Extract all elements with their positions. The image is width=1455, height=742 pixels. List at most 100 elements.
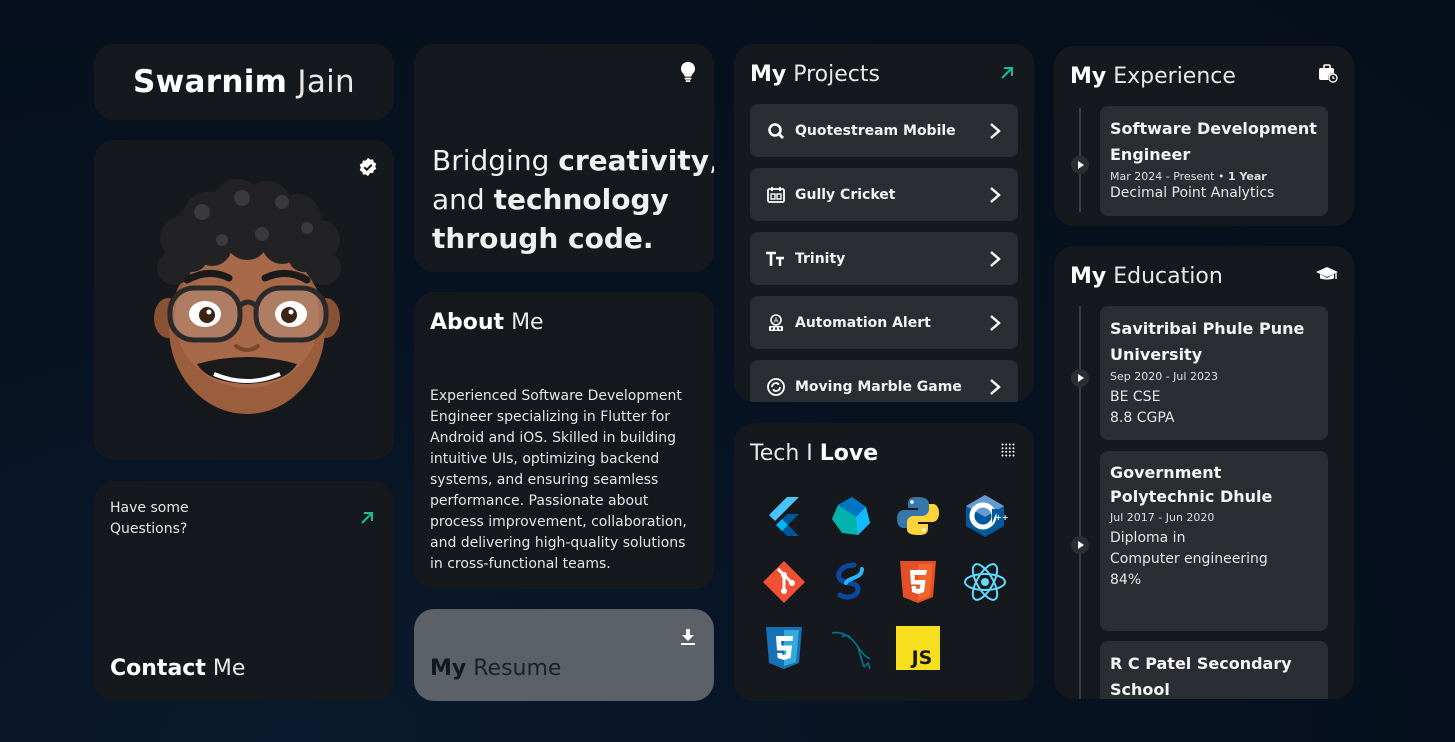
avatar (154, 179, 341, 414)
project-label: Trinity (795, 250, 846, 267)
experience-title-bold: My (1070, 64, 1107, 89)
education-field: Computer engineering (1110, 551, 1268, 567)
about-text: Experienced Software Development Enginee… (430, 388, 687, 572)
graduation-cap-icon (1316, 267, 1338, 280)
tech-title-separator: I (806, 441, 813, 466)
contact-title-light: Me (212, 656, 246, 681)
dart-logo-icon (832, 497, 870, 535)
swift-ui-logo-icon (836, 562, 864, 600)
education-score: 84% (1110, 572, 1142, 588)
project-label: Gully Cricket (795, 186, 896, 203)
tagline-text: Bridging creativity, and technology thro… (432, 141, 714, 258)
contact-question: Have some Questions? (110, 500, 189, 537)
python-logo-icon (897, 497, 939, 535)
name-card: Swarnim Jain (94, 44, 394, 120)
flutter-logo-icon (769, 497, 799, 536)
project-label: Quotestream Mobile (795, 122, 956, 139)
education-title: My Education (1070, 264, 1223, 289)
resume-title-light: Resume (473, 656, 562, 681)
chevron-right-icon (990, 314, 1001, 331)
timeline-dot (1071, 369, 1089, 387)
first-name: Swarnim (132, 64, 288, 100)
tagline-card: Bridging creativity, and technology thro… (414, 44, 714, 272)
projects-title-bold: My (750, 62, 787, 87)
contact-title: Contact Me (110, 656, 245, 681)
svg-text:++: ++ (995, 513, 1008, 522)
education-title-bold: My (1070, 264, 1107, 289)
svg-text:JS: JS (910, 647, 933, 669)
experience-card: My Experience Software Development Engin… (1054, 46, 1354, 226)
about-title-light: Me (511, 310, 544, 335)
education-school: Savitribai Phule Pune University (1110, 319, 1305, 364)
tagline-bold: through code. (432, 222, 654, 255)
experience-org: Decimal Point Analytics (1110, 185, 1275, 201)
resume-title: My Resume (430, 656, 561, 681)
experience-title: My Experience (1070, 64, 1236, 89)
react-logo-icon (964, 563, 1006, 601)
contact-title-bold: Contact (110, 656, 206, 681)
about-card: About Me Experienced Software Developmen… (414, 292, 714, 589)
project-item[interactable]: Gully Cricket (750, 168, 1018, 221)
scoreboard-icon (766, 185, 786, 205)
experience-duration: 1 Year (1227, 170, 1267, 183)
cpp-logo-icon: ++ (966, 495, 1008, 537)
education-score: 8.8 CGPA (1110, 410, 1175, 426)
verified-badge-icon (359, 157, 377, 177)
experience-entry: Software Development Engineer Mar 2024 -… (1100, 106, 1328, 216)
timeline-dot (1071, 156, 1089, 174)
project-item[interactable]: Trinity (750, 232, 1018, 285)
mysql-logo-icon (831, 631, 871, 670)
tagline-bold: creativity (558, 144, 710, 177)
contact-card[interactable]: Have some Questions? Contact Me (94, 481, 394, 701)
experience-dates: Mar 2024 - Present • 1 Year (1110, 170, 1267, 183)
marble-icon (766, 377, 786, 397)
chevron-right-icon (990, 250, 1001, 267)
git-logo-icon (763, 561, 805, 603)
resume-card[interactable]: My Resume (414, 609, 714, 701)
tech-card: Tech I Love ++ JS (734, 423, 1034, 701)
timeline-line (1079, 306, 1081, 699)
briefcase-clock-icon (1319, 64, 1338, 83)
resume-title-bold: My (430, 656, 467, 681)
text-tt-icon (766, 249, 786, 269)
chevron-right-icon (990, 186, 1001, 203)
timeline-dot (1071, 536, 1089, 554)
project-item[interactable]: Quotestream Mobile (750, 104, 1018, 157)
project-item[interactable]: A Automation Alert (750, 296, 1018, 349)
education-degree: Diploma in (1110, 530, 1186, 546)
experience-date-range: Mar 2024 - Present (1110, 170, 1215, 183)
tagline-bold: technology (493, 183, 669, 216)
education-dates: Jul 2017 - Jun 2020 (1110, 511, 1215, 524)
dot-grid-icon (1001, 443, 1015, 457)
about-title-bold: About (430, 310, 505, 335)
projects-title-light: Projects (793, 62, 880, 87)
html5-logo-icon (900, 561, 936, 603)
avatar-card (94, 140, 394, 460)
education-card: My Education Savitribai Phule Pune Unive… (1054, 246, 1354, 699)
education-school: Government Polytechnic Dhule (1110, 463, 1273, 506)
experience-role: Software Development Engineer (1110, 119, 1317, 164)
about-title: About Me (430, 310, 544, 335)
education-entry: R C Patel Secondary School (1100, 641, 1328, 699)
last-name: Jain (297, 64, 356, 100)
education-title-light: Education (1113, 264, 1223, 289)
project-item[interactable]: Moving Marble Game (750, 360, 1018, 402)
chevron-right-icon (990, 378, 1001, 395)
project-list: Quotestream Mobile Gully Cricket Trinity… (750, 104, 1018, 402)
education-degree: BE CSE (1110, 389, 1161, 405)
projects-title: My Projects (750, 62, 880, 87)
tagline-part: Bridging (432, 144, 559, 177)
download-icon (681, 629, 695, 645)
arrow-up-right-icon[interactable] (1000, 66, 1014, 80)
lightbulb-icon (681, 62, 695, 82)
education-entry: Savitribai Phule Pune University Sep 202… (1100, 306, 1328, 440)
javascript-logo-icon: JS (896, 626, 940, 670)
chevron-right-icon (990, 122, 1001, 139)
projects-card: My Projects Quotestream Mobile Gully Cri… (734, 44, 1034, 402)
tagline-part: and (432, 183, 494, 216)
tech-title-light: Tech (750, 441, 800, 466)
project-label: Automation Alert (795, 314, 931, 331)
tech-title-bold: Love (819, 441, 879, 466)
arrow-up-right-icon (361, 512, 373, 524)
education-dates: Sep 2020 - Jul 2023 (1110, 370, 1218, 383)
